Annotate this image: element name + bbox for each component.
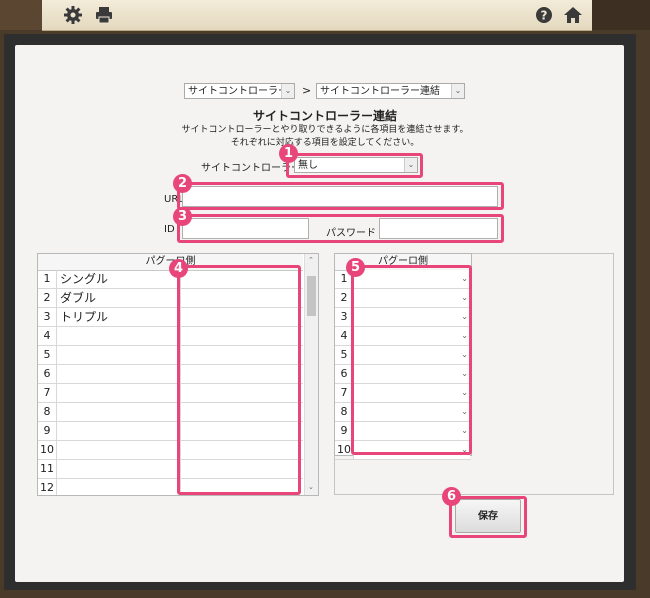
highlight-box-1	[286, 153, 423, 178]
highlight-box-6	[449, 496, 527, 538]
row-number: 1	[38, 270, 57, 288]
chevron-down-icon: ⌄	[451, 84, 464, 98]
step-badge-5: 5	[346, 258, 365, 277]
row-number: 4	[38, 327, 57, 345]
row-number: 12	[38, 479, 57, 495]
background-right	[592, 0, 650, 30]
step-badge-6: 6	[442, 487, 461, 506]
row-number: 5	[38, 346, 57, 364]
description-line-2: それぞれに対応する項目を設定してください。	[230, 138, 420, 148]
vertical-scrollbar[interactable]: ⌃ ⌄	[304, 254, 318, 495]
help-icon[interactable]: ?	[534, 5, 554, 25]
scrollbar-thumb[interactable]	[307, 276, 316, 316]
gear-icon[interactable]	[63, 5, 83, 25]
scroll-down-icon[interactable]: ⌄	[308, 483, 314, 491]
svg-text:?: ?	[541, 9, 548, 23]
background-left	[0, 0, 42, 30]
highlight-box-2	[177, 182, 504, 210]
step-badge-4: 4	[169, 259, 188, 278]
highlight-box-5	[351, 265, 472, 455]
controller-select-value: サイトコントローラー	[188, 86, 288, 97]
row-number: 10	[38, 441, 57, 459]
controller-select[interactable]: サイトコントローラー ⌄	[184, 83, 295, 99]
mode-select[interactable]: サイトコントローラー連結 ⌄	[316, 83, 465, 99]
description-line-1: サイトコントローラーとやり取りできるように各項目を連結させます。	[181, 125, 469, 135]
row-number: 6	[38, 365, 57, 383]
breadcrumb-separator: >	[302, 84, 312, 97]
room-type-name: ダブル	[60, 291, 97, 305]
row-number: 8	[38, 403, 57, 421]
chevron-down-icon: ⌄	[281, 84, 294, 98]
row-number: 7	[38, 384, 57, 402]
room-type-name: シングル	[60, 272, 109, 286]
step-badge-3: 3	[173, 207, 192, 226]
row-number: 2	[38, 289, 57, 307]
scroll-up-icon[interactable]: ⌃	[308, 256, 314, 264]
row-number: 11	[38, 460, 57, 478]
highlight-box-4	[177, 265, 301, 495]
id-label: ID	[164, 224, 175, 235]
home-icon[interactable]	[563, 5, 583, 25]
room-type-name: トリプル	[60, 310, 109, 324]
print-icon[interactable]	[94, 5, 114, 25]
row-number: 9	[38, 422, 57, 440]
mode-select-value: サイトコントローラー連結	[320, 86, 440, 97]
row-number: 3	[38, 308, 57, 326]
step-badge-1: 1	[279, 144, 298, 163]
top-toolbar: ?	[42, 0, 592, 31]
highlight-box-3	[177, 214, 504, 243]
step-badge-2: 2	[173, 174, 192, 193]
